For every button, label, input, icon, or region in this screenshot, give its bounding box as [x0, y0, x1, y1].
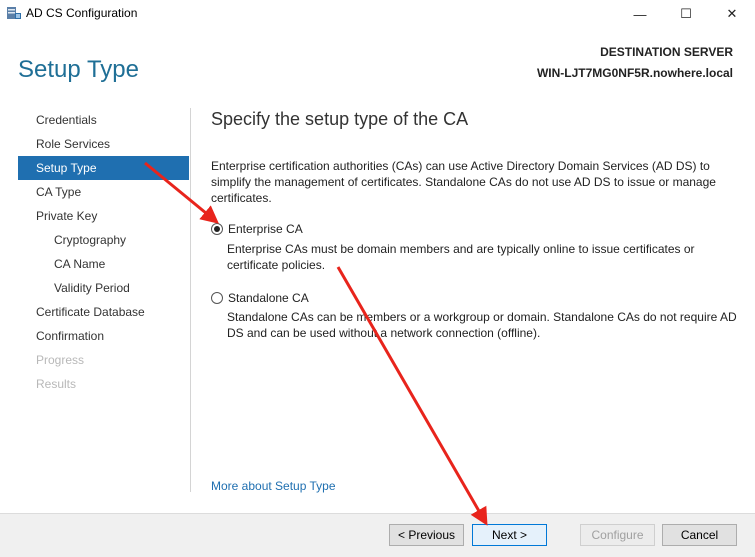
- close-icon: ✕: [726, 6, 738, 21]
- standalone-ca-description: Standalone CAs can be members or a workg…: [227, 310, 737, 340]
- nav-item-validity-period[interactable]: Validity Period: [18, 276, 189, 300]
- standalone-ca-option[interactable]: Standalone CA: [211, 291, 309, 305]
- nav-item-ca-name[interactable]: CA Name: [18, 252, 189, 276]
- minimize-icon: —: [633, 6, 647, 22]
- nav-item-results: Results: [36, 377, 77, 391]
- nav-item-progress: Progress: [36, 353, 85, 367]
- nav-item-private-key[interactable]: Private Key: [18, 204, 189, 228]
- enterprise-ca-description: Enterprise CAs must be domain members an…: [227, 242, 695, 272]
- intro-text: Enterprise certification authorities (CA…: [211, 159, 716, 205]
- nav-item-setup-type[interactable]: Setup Type: [18, 156, 189, 180]
- configure-button: Configure: [580, 524, 655, 546]
- page-title: Setup Type: [18, 56, 139, 83]
- next-button[interactable]: Next >: [472, 524, 547, 546]
- enterprise-ca-radio[interactable]: [211, 223, 223, 235]
- nav-item-confirmation[interactable]: Confirmation: [18, 324, 189, 348]
- more-about-setup-type-link[interactable]: More about Setup Type: [211, 479, 336, 493]
- nav-item-cryptography[interactable]: Cryptography: [18, 228, 189, 252]
- maximize-icon: ☐: [680, 6, 692, 21]
- previous-button[interactable]: < Previous: [389, 524, 464, 546]
- nav-item-role-services[interactable]: Role Services: [18, 132, 189, 156]
- title-bar: AD CS Configuration — ☐ ✕: [0, 0, 755, 28]
- sidebar-divider: [190, 108, 191, 492]
- annotation-arrow-to-next: [336, 266, 488, 526]
- standalone-ca-label[interactable]: Standalone CA: [228, 291, 309, 305]
- destination-server-name: WIN-LJT7MG0NF5R.nowhere.local: [536, 66, 733, 80]
- nav-item-ca-type[interactable]: CA Type: [18, 180, 189, 204]
- nav-item-credentials[interactable]: Credentials: [18, 108, 189, 132]
- enterprise-ca-label[interactable]: Enterprise CA: [228, 222, 303, 236]
- enterprise-ca-option[interactable]: Enterprise CA: [211, 222, 303, 236]
- nav-item-certificate-database[interactable]: Certificate Database: [18, 300, 189, 324]
- minimize-button[interactable]: —: [617, 0, 663, 28]
- section-heading: Specify the setup type of the CA: [211, 109, 469, 129]
- maximize-button[interactable]: ☐: [663, 0, 709, 28]
- server-icon: [7, 7, 21, 19]
- standalone-ca-radio[interactable]: [211, 292, 223, 304]
- window-title: AD CS Configuration: [26, 6, 138, 20]
- destination-server-label: DESTINATION SERVER: [600, 45, 733, 59]
- close-button[interactable]: ✕: [709, 0, 755, 28]
- cancel-button[interactable]: Cancel: [662, 524, 737, 546]
